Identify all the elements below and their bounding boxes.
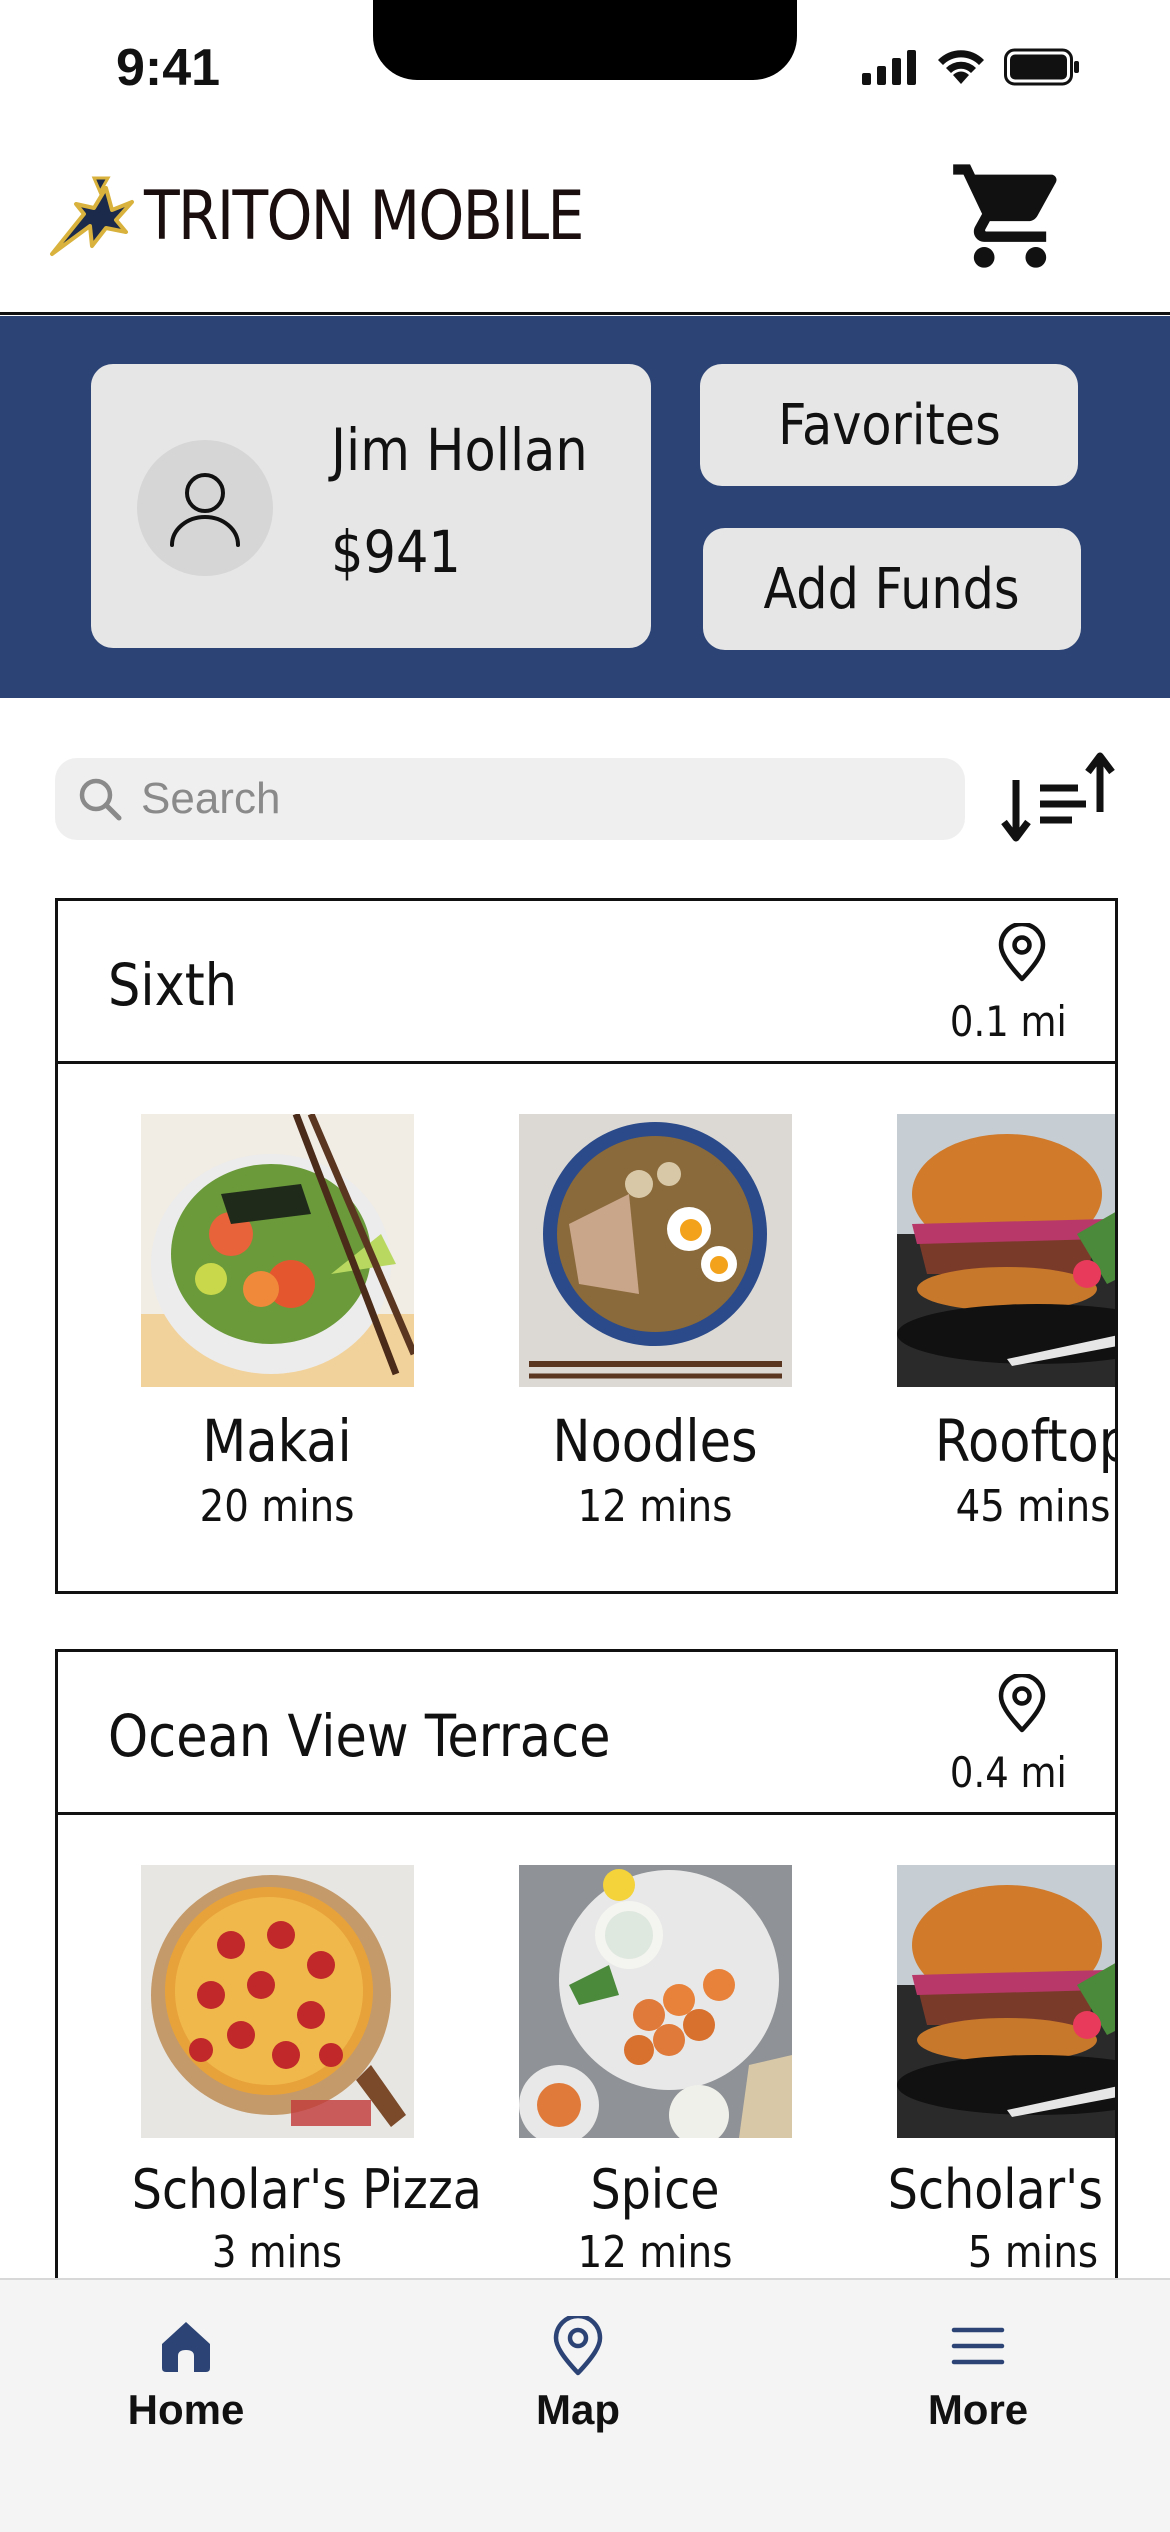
status-icons	[862, 48, 1080, 86]
section-title: Ocean View Terrace	[108, 1702, 611, 1770]
item-wait-time: 20 mins	[199, 1481, 355, 1532]
section-distance: 0.1 mi	[950, 997, 1067, 1046]
item-name: Spice	[590, 2158, 720, 2221]
search-input[interactable]	[141, 774, 921, 824]
item-name: Noodles	[552, 1407, 758, 1475]
tab-more-label: More	[927, 2386, 1029, 2433]
item-name: Rooftop	[934, 1407, 1118, 1475]
menu-items: Scholar's Pizza 3 mins Spice 12 mins Sch…	[58, 1815, 1115, 2345]
item-wait-time: 12 mins	[577, 2227, 733, 2278]
favorites-label: Favorites	[777, 392, 1001, 458]
device-notch	[373, 0, 797, 80]
pizza-image	[140, 1865, 414, 2138]
section-header[interactable]: Sixth 0.1 mi	[58, 901, 1115, 1064]
app-header: TRITON MOBILE	[0, 130, 1170, 315]
map-pin-icon	[553, 2313, 603, 2376]
item-wait-time: 5 mins	[967, 2227, 1099, 2278]
wifi-icon	[938, 50, 984, 84]
account-band: Jim Hollan $941 Favorites Add Funds	[0, 316, 1170, 698]
location-pin-icon	[998, 923, 1046, 982]
menu-icon	[951, 2327, 1005, 2365]
section-distance: 0.4 mi	[950, 1748, 1067, 1797]
status-bar: 9:41	[0, 0, 1170, 130]
trident-logo-icon	[50, 176, 134, 256]
menu-item[interactable]: Noodles 12 mins	[490, 1114, 820, 1532]
restaurant-section: Sixth 0.1 mi Makai 20 mins Noodles 12 mi…	[55, 898, 1118, 1594]
brand-name: TRITON MOBILE	[144, 176, 584, 256]
menu-item[interactable]: Spice 12 mins	[490, 1865, 820, 2278]
menu-items: Makai 20 mins Noodles 12 mins Rooftop 45…	[58, 1064, 1118, 1591]
status-time: 9:41	[116, 39, 221, 97]
section-title: Sixth	[108, 951, 238, 1019]
menu-item[interactable]: Scholar's Italian 5 mins	[868, 1865, 1115, 2278]
user-icon	[170, 473, 240, 547]
signal-icon	[862, 50, 916, 85]
sort-icon	[1001, 752, 1115, 842]
home-icon	[162, 2322, 210, 2372]
item-wait-time: 12 mins	[577, 1481, 733, 1532]
sort-button[interactable]	[1000, 748, 1116, 852]
tab-map[interactable]: Map	[478, 2313, 678, 2434]
battery-icon	[1004, 48, 1079, 86]
item-name: Makai	[202, 1407, 352, 1475]
poke-bowl-image	[140, 1114, 414, 1387]
burger-image	[896, 1865, 1115, 2138]
tab-more[interactable]: More	[878, 2316, 1078, 2434]
item-name: Scholar's Italian	[887, 2158, 1115, 2221]
add-funds-button[interactable]: Add Funds	[703, 528, 1081, 650]
search-bar[interactable]	[55, 758, 965, 840]
cart-button[interactable]	[948, 154, 1072, 282]
avatar[interactable]	[137, 440, 273, 576]
account-balance: $941	[331, 518, 461, 586]
tab-home[interactable]: Home	[86, 2316, 286, 2434]
location-pin-icon	[998, 1674, 1046, 1733]
shopping-cart-icon	[953, 164, 1057, 268]
favorites-button[interactable]: Favorites	[700, 364, 1078, 486]
item-name: Scholar's Pizza	[131, 2158, 482, 2221]
profile-card[interactable]: Jim Hollan $941	[91, 364, 651, 648]
menu-item[interactable]: Makai 20 mins	[112, 1114, 442, 1532]
bottom-tab-bar: Home Map More	[0, 2278, 1170, 2532]
menu-item[interactable]: Rooftop 45 mins	[868, 1114, 1118, 1532]
kebab-platter-image	[518, 1865, 792, 2138]
search-icon	[79, 778, 122, 821]
item-wait-time: 3 mins	[211, 2227, 343, 2278]
tab-map-label: Map	[536, 2386, 620, 2433]
add-funds-label: Add Funds	[763, 556, 1021, 622]
tab-home-label: Home	[127, 2386, 245, 2433]
brand-logo[interactable]: TRITON MOBILE	[46, 170, 654, 262]
menu-item[interactable]: Scholar's Pizza 3 mins	[112, 1865, 482, 2278]
ramen-bowl-image	[518, 1114, 792, 1387]
burger-image	[896, 1114, 1115, 1387]
item-wait-time: 45 mins	[955, 1481, 1111, 1532]
section-header[interactable]: Ocean View Terrace 0.4 mi	[58, 1652, 1115, 1815]
user-name: Jim Hollan	[331, 416, 588, 484]
